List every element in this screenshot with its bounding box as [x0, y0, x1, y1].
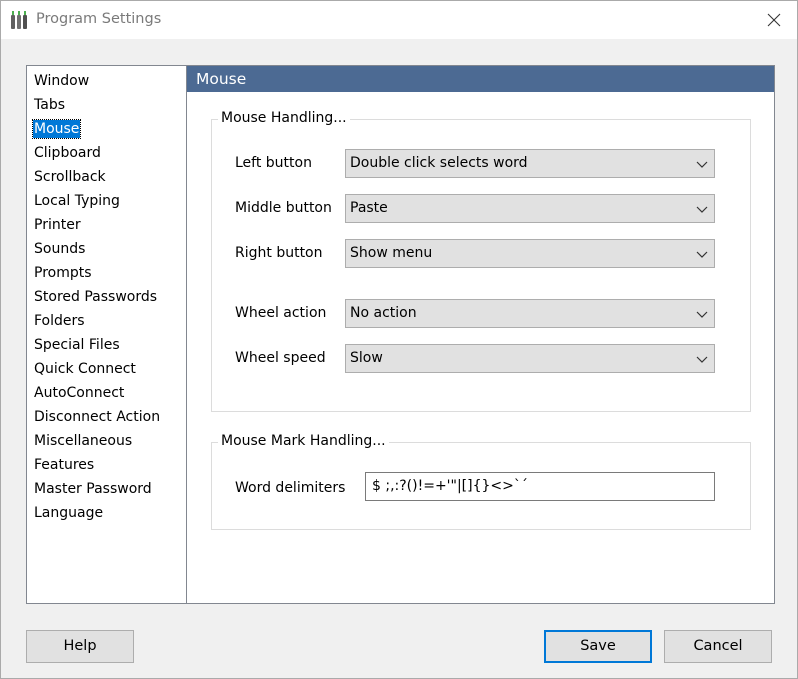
title-bar[interactable]: Program Settings	[1, 1, 797, 39]
sidebar-item-master-password[interactable]: Master Password	[27, 477, 186, 501]
middle-button-label: Middle button	[235, 200, 332, 216]
sidebar-item-miscellaneous[interactable]: Miscellaneous	[27, 429, 186, 453]
word-delimiters-input[interactable]: $ ;,:?()!=+'"|[]{}<>`´	[365, 472, 715, 501]
help-button[interactable]: Help	[26, 630, 134, 663]
mouse-handling-title: Mouse Handling...	[218, 110, 350, 126]
sidebar-item-stored-passwords[interactable]: Stored Passwords	[27, 285, 186, 309]
sidebar-item-tabs[interactable]: Tabs	[27, 93, 186, 117]
middle-button-value: Paste	[350, 200, 388, 216]
sidebar-item-autoconnect[interactable]: AutoConnect	[27, 381, 186, 405]
sidebar-item-window[interactable]: Window	[27, 69, 186, 93]
panel-title: Mouse	[187, 66, 774, 92]
left-button-value: Double click selects word	[350, 155, 528, 171]
sidebar-item-folders[interactable]: Folders	[27, 309, 186, 333]
wheel-speed-select[interactable]: Slow	[345, 344, 715, 373]
word-delimiters-label: Word delimiters	[235, 480, 346, 496]
mouse-mark-handling-title: Mouse Mark Handling...	[218, 433, 389, 449]
wheel-speed-value: Slow	[350, 350, 383, 366]
save-button[interactable]: Save	[544, 630, 652, 663]
wheel-action-value: No action	[350, 305, 417, 321]
program-settings-dialog: Program Settings Window Tabs Mouse Clipb…	[0, 0, 798, 679]
sidebar-item-special-files[interactable]: Special Files	[27, 333, 186, 357]
sidebar-item-quick-connect[interactable]: Quick Connect	[27, 357, 186, 381]
sidebar-item-mouse[interactable]: Mouse	[27, 117, 186, 141]
wheel-action-select[interactable]: No action	[345, 299, 715, 328]
middle-button-select[interactable]: Paste	[345, 194, 715, 223]
app-icon	[11, 11, 27, 29]
window-title: Program Settings	[36, 11, 162, 27]
settings-category-list[interactable]: Window Tabs Mouse Clipboard Scrollback L…	[26, 65, 187, 604]
close-button[interactable]	[751, 1, 797, 39]
left-button-label: Left button	[235, 155, 312, 171]
chevron-down-icon	[696, 206, 708, 213]
wheel-speed-label: Wheel speed	[235, 350, 326, 366]
sidebar-item-local-typing[interactable]: Local Typing	[27, 189, 186, 213]
left-button-select[interactable]: Double click selects word	[345, 149, 715, 178]
sidebar-item-printer[interactable]: Printer	[27, 213, 186, 237]
mouse-mark-handling-group: Mouse Mark Handling... Word delimiters $…	[211, 433, 751, 530]
right-button-value: Show menu	[350, 245, 433, 261]
chevron-down-icon	[696, 356, 708, 363]
sidebar-item-disconnect-action[interactable]: Disconnect Action	[27, 405, 186, 429]
right-button-select[interactable]: Show menu	[345, 239, 715, 268]
wheel-action-label: Wheel action	[235, 305, 327, 321]
cancel-button[interactable]: Cancel	[664, 630, 772, 663]
sidebar-item-prompts[interactable]: Prompts	[27, 261, 186, 285]
sidebar-item-language[interactable]: Language	[27, 501, 186, 525]
sidebar-item-scrollback[interactable]: Scrollback	[27, 165, 186, 189]
right-button-label: Right button	[235, 245, 323, 261]
settings-panel: Mouse Mouse Handling... Left button Doub…	[186, 65, 775, 604]
close-icon	[767, 13, 781, 27]
sidebar-item-features[interactable]: Features	[27, 453, 186, 477]
sidebar-item-clipboard[interactable]: Clipboard	[27, 141, 186, 165]
sidebar-item-sounds[interactable]: Sounds	[27, 237, 186, 261]
chevron-down-icon	[696, 161, 708, 168]
chevron-down-icon	[696, 251, 708, 258]
mouse-handling-group: Mouse Handling... Left button Double cli…	[211, 110, 751, 412]
chevron-down-icon	[696, 311, 708, 318]
